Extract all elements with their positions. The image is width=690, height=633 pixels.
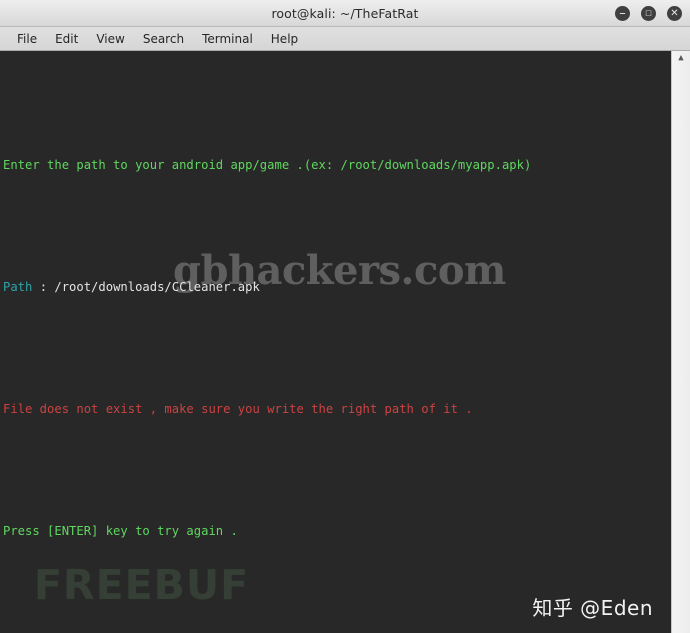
terminal-line-prompt-1: Enter the path to your android app/game … bbox=[0, 158, 671, 177]
close-button[interactable]: ✕ bbox=[667, 5, 682, 21]
terminal-window: root@kali: ~/TheFatRat – □ ✕ File Edit V… bbox=[0, 0, 690, 633]
terminal-line-retry: Press [ENTER] key to try again . bbox=[0, 524, 671, 543]
retry-text: Press [ENTER] key to try again . bbox=[3, 524, 238, 538]
menu-item-file[interactable]: File bbox=[8, 30, 46, 48]
menu-item-search[interactable]: Search bbox=[134, 30, 193, 48]
window-titlebar: root@kali: ~/TheFatRat – □ ✕ bbox=[0, 0, 690, 27]
menu-item-edit[interactable]: Edit bbox=[46, 30, 87, 48]
maximize-icon: □ bbox=[645, 8, 652, 17]
menu-item-help[interactable]: Help bbox=[262, 30, 307, 48]
minimize-button[interactable]: – bbox=[615, 5, 630, 21]
minimize-icon: – bbox=[619, 5, 626, 21]
maximize-button[interactable]: □ bbox=[641, 5, 656, 21]
close-icon: ✕ bbox=[670, 7, 679, 19]
terminal-line-path-1: Path : /root/downloads/CCleaner.apk bbox=[0, 280, 671, 299]
path-separator-1: : bbox=[32, 280, 55, 294]
error-text: File does not exist , make sure you writ… bbox=[3, 402, 473, 416]
terminal-output[interactable]: Enter the path to your android app/game … bbox=[0, 51, 671, 633]
terminal-area: Enter the path to your android app/game … bbox=[0, 51, 690, 633]
prompt-text-1: Enter the path to your android app/game … bbox=[3, 158, 532, 172]
path-value-1: /root/downloads/CCleaner.apk bbox=[54, 280, 260, 294]
menu-bar: File Edit View Search Terminal Help bbox=[0, 27, 690, 51]
menu-item-view[interactable]: View bbox=[87, 30, 133, 48]
menu-item-terminal[interactable]: Terminal bbox=[193, 30, 262, 48]
terminal-line-error: File does not exist , make sure you writ… bbox=[0, 402, 671, 421]
scroll-up-arrow-icon[interactable]: ▲ bbox=[672, 53, 690, 63]
window-title: root@kali: ~/TheFatRat bbox=[271, 5, 419, 21]
terminal-scrollbar[interactable]: ▲ bbox=[671, 51, 690, 633]
path-label-1: Path bbox=[3, 280, 33, 294]
window-controls: – □ ✕ bbox=[615, 0, 682, 26]
